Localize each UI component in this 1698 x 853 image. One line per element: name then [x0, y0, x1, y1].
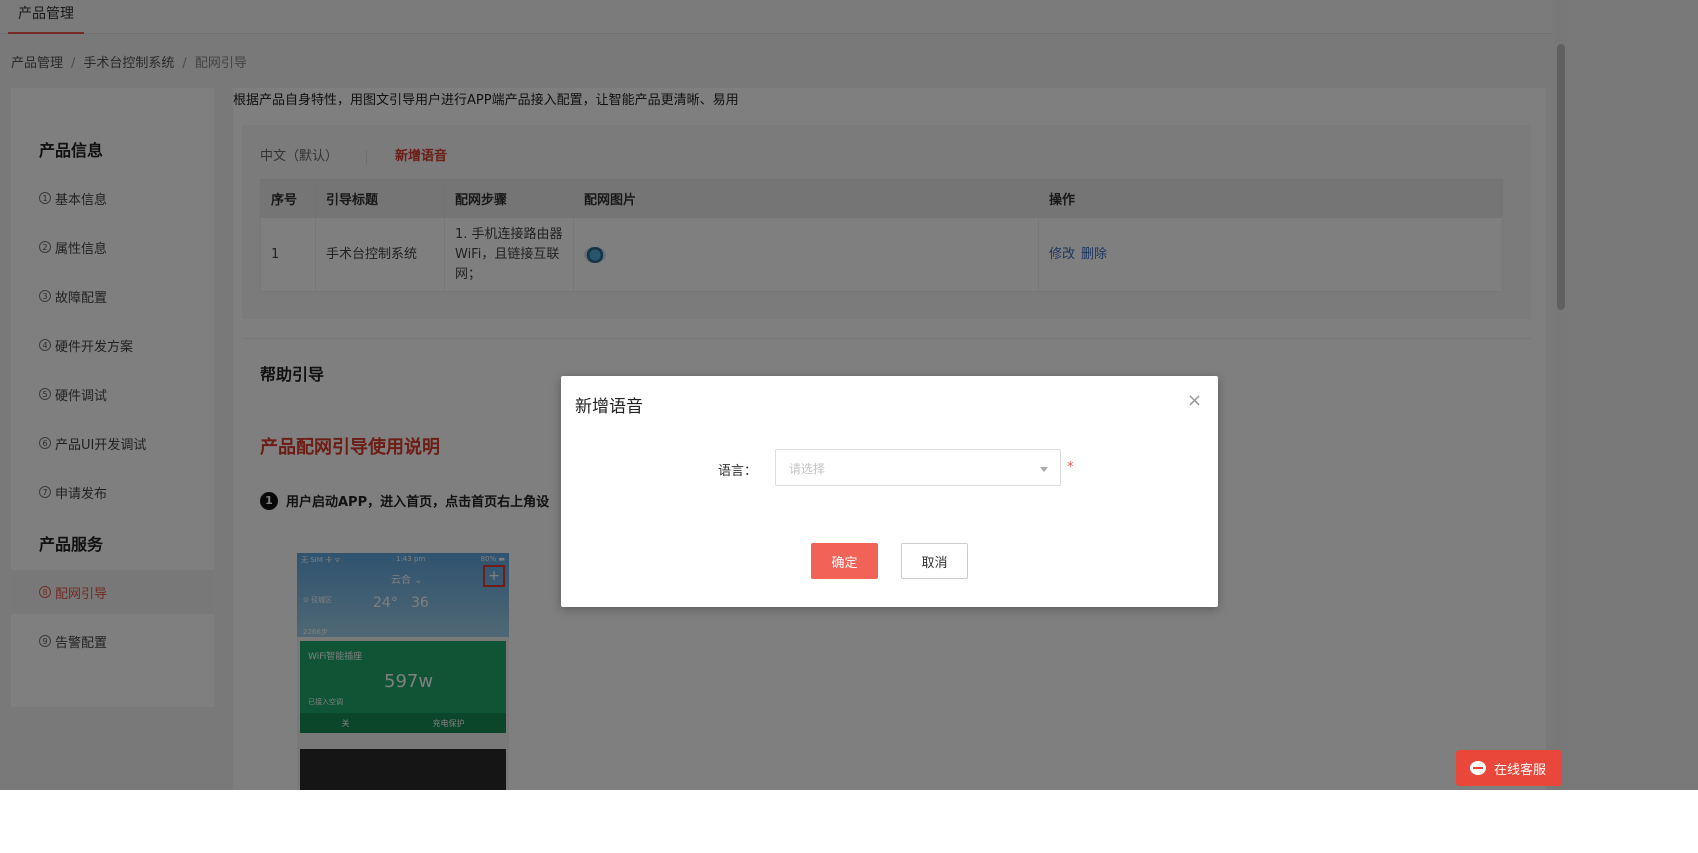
chevron-down-icon — [1040, 467, 1048, 472]
add-language-dialog: 新增语音 × 语言： 请选择 * 确定 取消 — [561, 376, 1218, 607]
close-icon[interactable]: × — [1187, 390, 1202, 411]
language-select-placeholder: 请选择 — [789, 462, 826, 476]
confirm-button[interactable]: 确定 — [811, 543, 878, 579]
bottom-area — [0, 790, 1698, 853]
online-service-button[interactable]: 在线客服 — [1456, 750, 1562, 786]
dialog-title: 新增语音 — [575, 397, 643, 417]
language-select[interactable]: 请选择 — [775, 449, 1061, 486]
online-service-label: 在线客服 — [1494, 762, 1547, 778]
cancel-button[interactable]: 取消 — [901, 543, 968, 579]
chat-bubble-icon — [1470, 761, 1486, 775]
required-marker: * — [1067, 460, 1074, 475]
language-label: 语言： — [718, 464, 758, 479]
